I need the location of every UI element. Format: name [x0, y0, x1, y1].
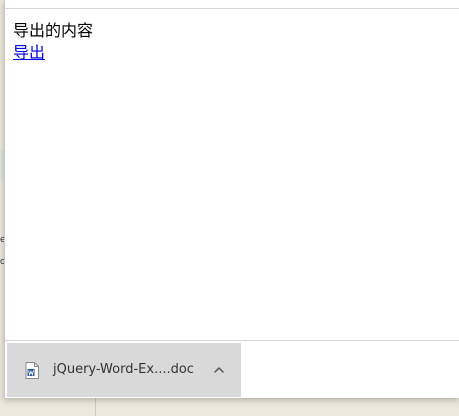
word-document-icon: [25, 362, 39, 379]
download-shelf: jQuery-Word-Ex....doc: [5, 340, 459, 398]
chevron-up-icon[interactable]: [211, 362, 227, 378]
backdrop-divider: [95, 398, 96, 416]
download-item[interactable]: jQuery-Word-Ex....doc: [7, 343, 241, 397]
browser-window: 导出的内容 导出 jQuery-Word-Ex....doc: [4, 0, 459, 398]
toolbar-divider: [5, 8, 459, 9]
export-link[interactable]: 导出: [13, 42, 45, 64]
page-content: 导出的内容 导出: [13, 20, 93, 64]
export-content-text: 导出的内容: [13, 21, 94, 40]
download-file-name: jQuery-Word-Ex....doc: [53, 362, 194, 377]
